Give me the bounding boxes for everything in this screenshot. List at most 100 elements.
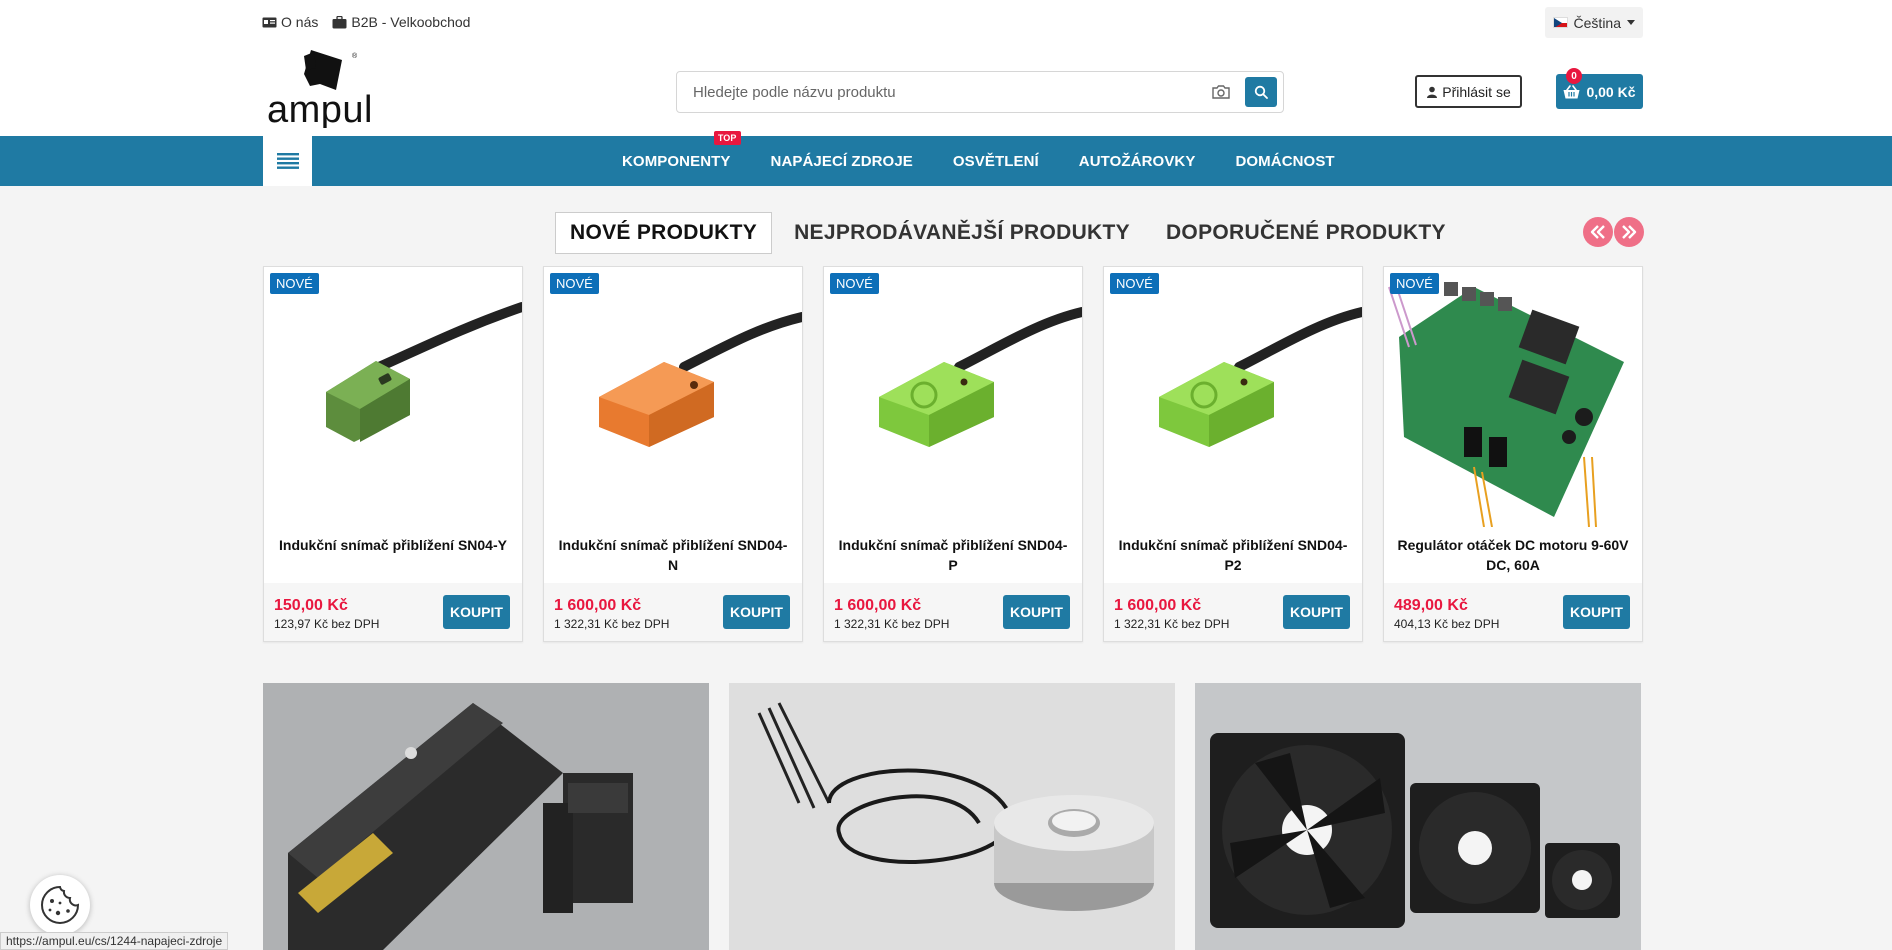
briefcase-icon bbox=[332, 15, 347, 28]
language-label: Čeština bbox=[1573, 14, 1621, 31]
product-name[interactable]: Indukční snímač přiblížení SND04-N bbox=[544, 527, 802, 583]
product-price-net: 1 322,31 Kč bez DPH bbox=[834, 617, 950, 631]
nav-item-label: OSVĚTLENÍ bbox=[952, 152, 1039, 170]
b2b-link[interactable]: B2B - Velkoobchod bbox=[332, 14, 470, 30]
product-price: 1 600,00 Kč bbox=[554, 597, 642, 614]
logo-mark: ® bbox=[304, 50, 358, 90]
product-footer: 1 600,00 Kč 1 322,31 Kč bez DPH KOUPIT bbox=[1104, 583, 1362, 641]
carousel-arrows bbox=[1583, 217, 1644, 247]
product-name[interactable]: Indukční snímač přiblížení SND04-P bbox=[824, 527, 1082, 583]
search-icon bbox=[1254, 85, 1268, 99]
main-nav: KOMPONENTY TOP NAPÁJECÍ ZDROJE OSVĚTLENÍ… bbox=[0, 130, 1892, 186]
prev-button[interactable] bbox=[1583, 217, 1613, 247]
product-card[interactable]: NOVÉ Indukční snímač přiblížení SND04-N … bbox=[543, 266, 803, 642]
product-name[interactable]: Indukční snímač přiblížení SND04-P2 bbox=[1104, 527, 1362, 583]
login-button[interactable]: Přihlásit se bbox=[1415, 75, 1522, 108]
nav-item-napajeci-zdroje[interactable]: NAPÁJECÍ ZDROJE bbox=[771, 153, 913, 170]
cookie-settings-button[interactable] bbox=[30, 875, 90, 935]
nav-item-label: AUTOŽÁROVKY bbox=[1078, 152, 1196, 170]
product-card[interactable]: NOVÉ Regulátor otáček DC motoru 9-60V DC… bbox=[1383, 266, 1643, 642]
banner-power-supplies[interactable] bbox=[263, 683, 709, 950]
product-price: 1 600,00 Kč bbox=[1114, 597, 1202, 614]
basket-icon bbox=[1563, 84, 1580, 98]
hamburger-icon bbox=[276, 153, 299, 169]
tab-best-sellers[interactable]: NEJPRODÁVANĚJŠÍ PRODUKTY bbox=[780, 213, 1144, 253]
search-input[interactable] bbox=[677, 72, 1211, 112]
camera-icon[interactable] bbox=[1211, 84, 1231, 100]
product-price-net: 123,97 Kč bez DPH bbox=[274, 617, 380, 631]
banner-fans[interactable] bbox=[1195, 683, 1641, 950]
cookie-icon bbox=[41, 885, 80, 924]
nav-item-label: KOMPONENTY bbox=[622, 152, 731, 170]
nav-item-label: NAPÁJECÍ ZDROJE bbox=[770, 152, 913, 170]
product-footer: 489,00 Kč 404,13 Kč bez DPH KOUPIT bbox=[1384, 583, 1642, 641]
language-selector[interactable]: Čeština bbox=[1545, 7, 1643, 38]
product-price-net: 404,13 Kč bez DPH bbox=[1394, 617, 1500, 631]
product-footer: 1 600,00 Kč 1 322,31 Kč bez DPH KOUPIT bbox=[544, 583, 802, 641]
product-card[interactable]: NOVÉ Indukční snímač přiblížení SND04-P2… bbox=[1103, 266, 1363, 642]
fans-image bbox=[1195, 683, 1641, 950]
product-name[interactable]: Indukční snímač přiblížení SN04-Y bbox=[264, 527, 522, 583]
tab-recommended[interactable]: DOPORUČENÉ PRODUKTY bbox=[1152, 213, 1460, 253]
product-price: 489,00 Kč bbox=[1394, 597, 1468, 614]
top-links: O nás B2B - Velkoobchod bbox=[262, 14, 470, 30]
tab-new-products[interactable]: NOVÉ PRODUKTY bbox=[555, 212, 773, 254]
double-chevron-right-icon bbox=[1622, 225, 1637, 239]
product-image[interactable] bbox=[544, 267, 802, 527]
cart-total: 0,00 Kč bbox=[1586, 83, 1636, 100]
nav-item-domacnost[interactable]: DOMÁCNOST bbox=[1235, 153, 1334, 170]
new-badge: NOVÉ bbox=[830, 273, 879, 294]
product-image[interactable] bbox=[824, 267, 1082, 527]
cart-count-badge: 0 bbox=[1566, 68, 1582, 84]
b2b-link-label: B2B - Velkoobchod bbox=[351, 14, 471, 30]
nav-item-osvetleni[interactable]: OSVĚTLENÍ bbox=[953, 153, 1039, 170]
product-image[interactable] bbox=[264, 267, 522, 527]
search-button[interactable] bbox=[1245, 77, 1277, 107]
about-link-label: O nás bbox=[281, 14, 319, 30]
product-price: 150,00 Kč bbox=[274, 597, 348, 614]
product-tabs: NOVÉ PRODUKTY NEJPRODÁVANĚJŠÍ PRODUKTY D… bbox=[555, 212, 1468, 254]
product-price: 1 600,00 Kč bbox=[834, 597, 922, 614]
product-footer: 1 600,00 Kč 1 322,31 Kč bez DPH KOUPIT bbox=[824, 583, 1082, 641]
buy-button[interactable]: KOUPIT bbox=[1283, 595, 1350, 629]
nav-item-label: DOMÁCNOST bbox=[1235, 152, 1335, 170]
top-badge: TOP bbox=[713, 130, 741, 145]
user-icon bbox=[1427, 86, 1438, 98]
power-supply-image bbox=[263, 683, 709, 950]
new-badge: NOVÉ bbox=[1110, 273, 1159, 294]
about-link[interactable]: O nás bbox=[262, 14, 318, 30]
new-badge: NOVÉ bbox=[270, 273, 319, 294]
status-bar-url: https://ampul.eu/cs/1244-napajeci-zdroje bbox=[0, 932, 229, 950]
new-badge: NOVÉ bbox=[1390, 273, 1439, 294]
banner-electromagnets[interactable] bbox=[729, 683, 1175, 950]
product-image[interactable] bbox=[1384, 267, 1642, 527]
product-card[interactable]: NOVÉ Indukční snímač přiblížení SND04-P … bbox=[823, 266, 1083, 642]
id-card-icon bbox=[262, 17, 277, 27]
product-name[interactable]: Regulátor otáček DC motoru 9-60V DC, 60A bbox=[1384, 527, 1642, 583]
buy-button[interactable]: KOUPIT bbox=[1003, 595, 1070, 629]
header: O nás B2B - Velkoobchod Čeština ® ampul … bbox=[0, 0, 1892, 136]
buy-button[interactable]: KOUPIT bbox=[723, 595, 790, 629]
cart-button[interactable]: 0 0,00 Kč bbox=[1556, 68, 1643, 109]
new-badge: NOVÉ bbox=[550, 273, 599, 294]
search-bar bbox=[676, 71, 1284, 113]
category-banners bbox=[263, 683, 1641, 950]
logo-text: ampul bbox=[267, 89, 373, 128]
electromagnet-image bbox=[729, 683, 1175, 950]
product-image[interactable] bbox=[1104, 267, 1362, 527]
login-label: Přihlásit se bbox=[1442, 83, 1511, 100]
buy-button[interactable]: KOUPIT bbox=[1563, 595, 1630, 629]
buy-button[interactable]: KOUPIT bbox=[443, 595, 510, 629]
czech-flag-icon bbox=[1553, 17, 1568, 28]
product-price-net: 1 322,31 Kč bez DPH bbox=[1114, 617, 1230, 631]
caret-down-icon bbox=[1627, 20, 1635, 25]
product-price-net: 1 322,31 Kč bez DPH bbox=[554, 617, 670, 631]
nav-item-autozarovky[interactable]: AUTOŽÁROVKY bbox=[1079, 153, 1196, 170]
logo[interactable]: ® ampul bbox=[266, 46, 386, 128]
next-button[interactable] bbox=[1614, 217, 1644, 247]
menu-button[interactable] bbox=[263, 136, 312, 186]
nav-item-komponenty[interactable]: KOMPONENTY TOP bbox=[622, 130, 741, 170]
double-chevron-left-icon bbox=[1590, 225, 1605, 239]
product-card[interactable]: NOVÉ Indukční snímač přiblížení SN04-Y 1… bbox=[263, 266, 523, 642]
svg-text:®: ® bbox=[352, 52, 358, 60]
